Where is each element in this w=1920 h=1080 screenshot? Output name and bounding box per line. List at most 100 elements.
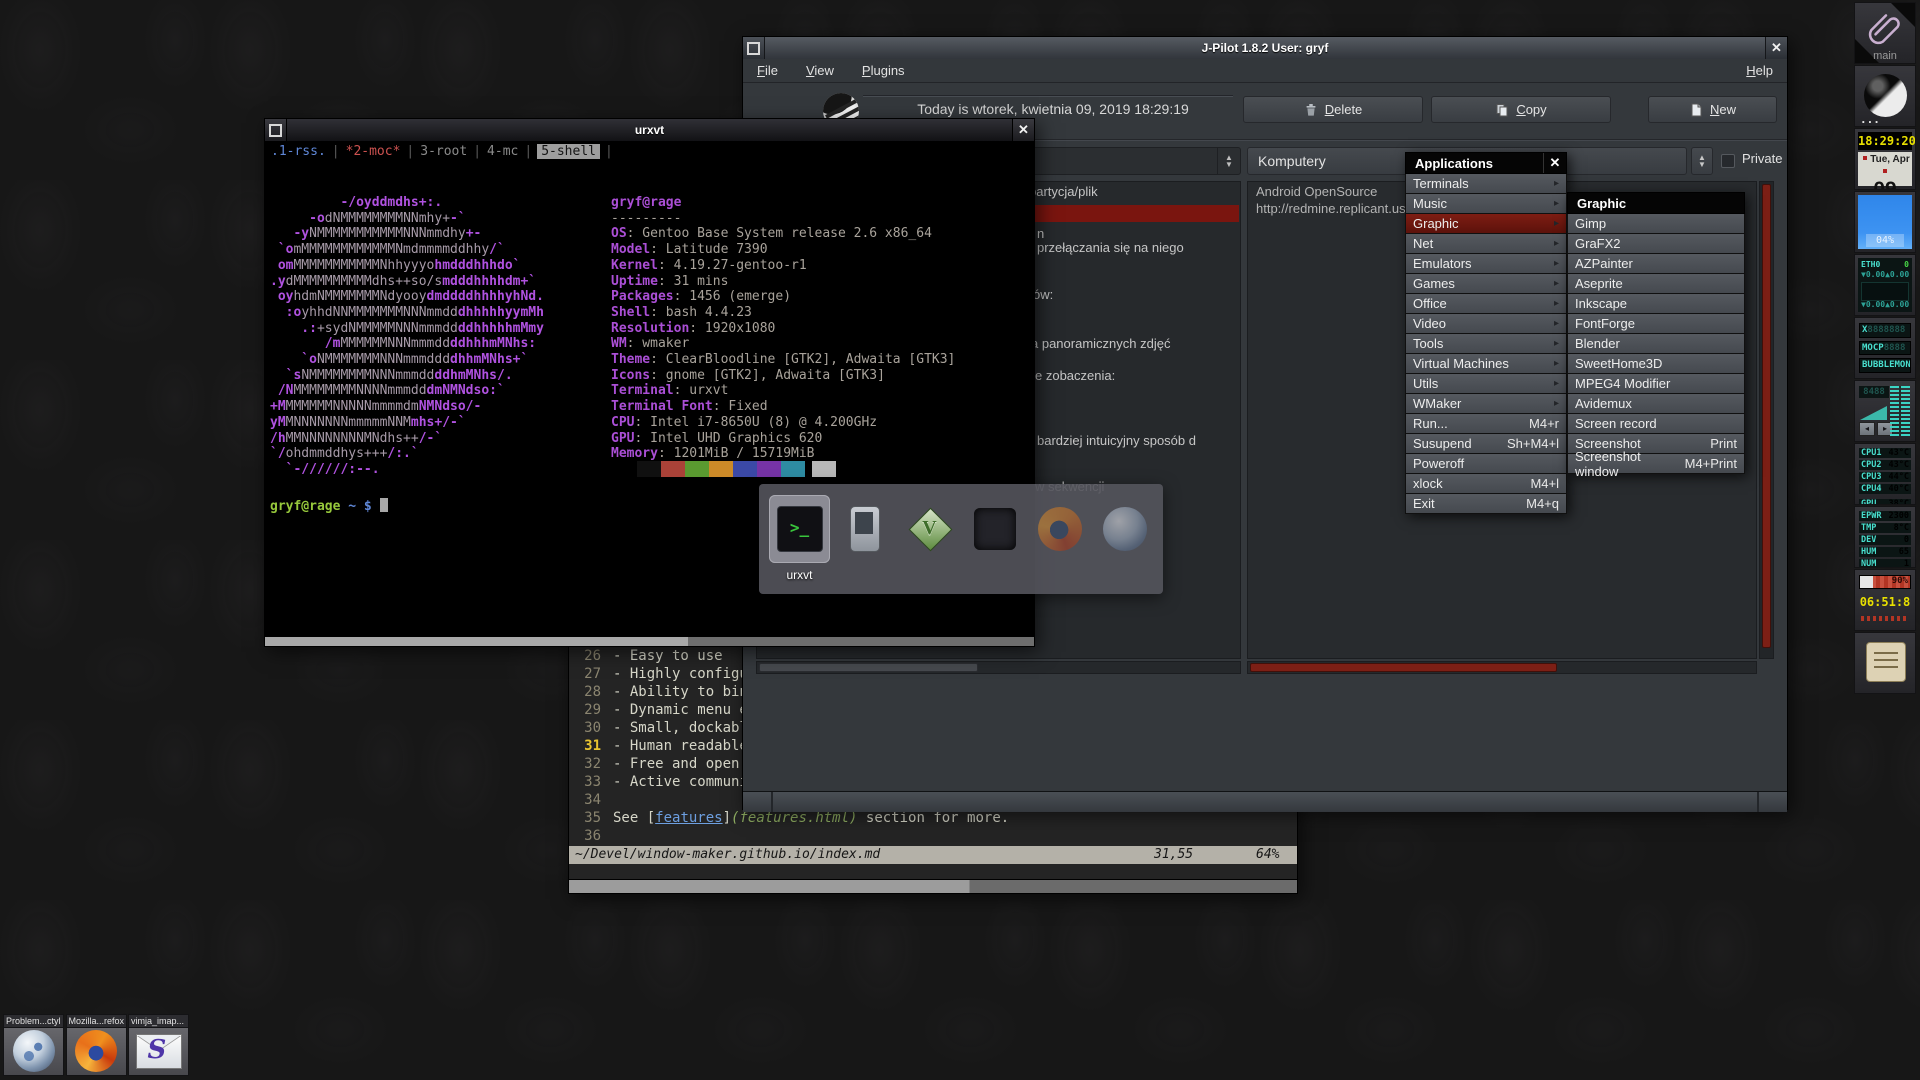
- dock-monitor-blue[interactable]: 04%: [1854, 191, 1916, 253]
- menu-item-mpeg4-modifier[interactable]: MPEG4 Modifier: [1567, 374, 1745, 394]
- dock-power-monitor[interactable]: EPWR2300TMP8°CDEV0HUM65NUM1: [1854, 506, 1916, 568]
- dock-launcher-ball[interactable]: ...: [1854, 65, 1916, 127]
- dock-network-monitor[interactable]: ETH00 ▼0.00▲0.00 ▼0.00▲0.00: [1854, 254, 1916, 316]
- combo-spinner-icon[interactable]: ▲▼: [1217, 148, 1240, 174]
- menu-item-video[interactable]: Video▸: [1405, 314, 1567, 334]
- terminal-tab-5-shell[interactable]: 5-shell: [537, 144, 600, 159]
- dock-mixer[interactable]: 8488 ◂ ▸: [1854, 380, 1916, 442]
- menu-item-blender[interactable]: Blender: [1567, 334, 1745, 354]
- menu-item-grafx2[interactable]: GraFX2: [1567, 234, 1745, 254]
- mixer-prev-button[interactable]: ◂: [1859, 422, 1875, 436]
- memo-text-vscrollbar[interactable]: [1759, 181, 1774, 659]
- menu-item-music[interactable]: Music▸: [1405, 194, 1567, 214]
- terminal-titlebar[interactable]: urxvt ✕: [265, 119, 1034, 142]
- menu-item-screen-record[interactable]: Screen record: [1567, 414, 1745, 434]
- dock-battery-monitor[interactable]: 90% 06:51:8: [1854, 569, 1916, 631]
- menu-close-button[interactable]: ✕: [1543, 153, 1566, 173]
- menu-title[interactable]: Applications✕: [1405, 152, 1567, 174]
- jpilot-titlebar[interactable]: J-Pilot 1.8.2 User: gryf ✕: [743, 37, 1787, 60]
- menu-title[interactable]: Graphic: [1567, 192, 1745, 214]
- menu-item-virtual-machines[interactable]: Virtual Machines▸: [1405, 354, 1567, 374]
- close-button[interactable]: ✕: [1012, 119, 1034, 141]
- menu-item-utils[interactable]: Utils▸: [1405, 374, 1567, 394]
- menu-item-poweroff[interactable]: Poweroff: [1405, 454, 1567, 474]
- switcher-app-firefox[interactable]: [1029, 495, 1090, 563]
- memo-list-row[interactable]: n: [1037, 226, 1044, 241]
- menubar-item-file[interactable]: File: [757, 63, 778, 78]
- menu-item-office[interactable]: Office▸: [1405, 294, 1567, 314]
- category-spinner[interactable]: ▲▼: [1691, 147, 1713, 175]
- menubar-item-view[interactable]: View: [806, 63, 834, 78]
- minimized-window-mail[interactable]: vimja_imap...: [128, 1014, 189, 1076]
- menu-item-wmaker[interactable]: WMaker▸: [1405, 394, 1567, 414]
- minimized-window-firefox[interactable]: Mozilla...refox: [66, 1014, 127, 1076]
- hscrollbar-thumb[interactable]: [1250, 663, 1557, 672]
- menu-item-exit[interactable]: ExitM4+q: [1405, 494, 1567, 514]
- menu-item-susupend[interactable]: SusupendSh+M4+l: [1405, 434, 1567, 454]
- menu-item-screenshot-window[interactable]: Screenshot windowM4+Print: [1567, 454, 1745, 474]
- menu-item-fontforge[interactable]: FontForge: [1567, 314, 1745, 334]
- dock-temperature-monitor[interactable]: CPU143°CCPU243°CCPU344°CCPU440°CGPU38°C: [1854, 443, 1916, 505]
- shell-prompt[interactable]: gryf@rage ~ $: [270, 498, 388, 515]
- menubar-item-help[interactable]: Help: [1746, 63, 1773, 78]
- terminal-resizebar[interactable]: [265, 636, 1034, 646]
- lcd-row-cpu4: CPU440°C: [1859, 484, 1911, 494]
- close-button[interactable]: ✕: [1765, 37, 1787, 59]
- terminal-tab-1-rss[interactable]: .1-rss.: [270, 144, 327, 159]
- dock-calclock[interactable]: 18:29:20 Tue, Apr 09: [1854, 128, 1916, 190]
- memo-text-hscrollbar[interactable]: [1247, 661, 1757, 674]
- switcher-app-dark[interactable]: [964, 495, 1025, 563]
- miniaturize-icon: [269, 124, 282, 137]
- menu-item-run[interactable]: Run...M4+r: [1405, 414, 1567, 434]
- menubar-item-plugins[interactable]: Plugins: [862, 63, 905, 78]
- memo-list-hscrollbar[interactable]: [756, 661, 1241, 674]
- menu-item-games[interactable]: Games▸: [1405, 274, 1567, 294]
- menu-item-inkscape[interactable]: Inkscape: [1567, 294, 1745, 314]
- minimized-window-globe[interactable]: Problem...ctyl: [3, 1014, 64, 1076]
- memo-list-row[interactable]: a panoramicznych zdjęć: [1031, 336, 1170, 351]
- terminal-tab-4-mc[interactable]: 4-mc: [486, 144, 519, 159]
- delete-button[interactable]: Delete: [1243, 96, 1423, 123]
- editor-line-36[interactable]: 36: [569, 827, 1297, 845]
- dock-clip-workspace[interactable]: main: [1854, 2, 1916, 64]
- menu-item-tools[interactable]: Tools▸: [1405, 334, 1567, 354]
- dock-notes-app[interactable]: [1854, 632, 1916, 694]
- menu-item-xlock[interactable]: xlockM4+l: [1405, 474, 1567, 494]
- copy-button[interactable]: Copy: [1431, 96, 1611, 123]
- editor-resizebar[interactable]: [569, 879, 1297, 893]
- volume-wedge-icon[interactable]: [1860, 406, 1887, 420]
- menu-item-graphic[interactable]: Graphic▸: [1405, 214, 1567, 234]
- menu-item-terminals[interactable]: Terminals▸: [1405, 174, 1567, 194]
- menu-item-gimp[interactable]: Gimp: [1567, 214, 1745, 234]
- memo-list-row[interactable]: partycja/plik: [1029, 184, 1098, 199]
- menu-item-net[interactable]: Net▸: [1405, 234, 1567, 254]
- globe-icon: [1103, 507, 1147, 551]
- terminal-tab-2-moc[interactable]: *2-moc*: [345, 144, 402, 159]
- memo-list-row[interactable]: bardziej intuicyjny sposób d: [1037, 433, 1196, 448]
- switcher-app-vim[interactable]: [899, 495, 960, 563]
- battery-bar-remainder: [1860, 576, 1873, 588]
- menu-item-aseprite[interactable]: Aseprite: [1567, 274, 1745, 294]
- memo-list-row[interactable]: ów:: [1033, 287, 1053, 302]
- switcher-app-globe[interactable]: [1094, 495, 1155, 563]
- private-checkbox[interactable]: [1721, 154, 1735, 168]
- hscrollbar-thumb[interactable]: [759, 663, 978, 672]
- vscrollbar-thumb[interactable]: [1762, 184, 1771, 648]
- miniaturize-button[interactable]: [743, 37, 765, 59]
- menu-item-avidemux[interactable]: Avidemux: [1567, 394, 1745, 414]
- memo-list-row[interactable]: e zobaczenia:: [1035, 368, 1115, 383]
- today-date-text: Today is wtorek, kwietnia 09, 2019 18:29…: [868, 101, 1238, 117]
- dock-bubblemon[interactable]: X8888888MOCP8888BUBBLEMON: [1854, 317, 1916, 379]
- terminal-tab-3-root[interactable]: 3-root: [419, 144, 468, 159]
- volume-level-bars[interactable]: [1890, 386, 1910, 436]
- miniaturize-button[interactable]: [265, 119, 287, 141]
- menu-item-azpainter[interactable]: AZPainter: [1567, 254, 1745, 274]
- jpilot-resizebar[interactable]: [743, 791, 1787, 812]
- switcher-app-pda[interactable]: [834, 495, 895, 563]
- new-button[interactable]: New: [1648, 96, 1777, 123]
- jpilot-window-title: J-Pilot 1.8.2 User: gryf: [765, 37, 1765, 59]
- memo-list-row[interactable]: przełączania się na niego: [1037, 240, 1184, 255]
- switcher-app-urxvt[interactable]: >_: [769, 495, 830, 563]
- menu-item-emulators[interactable]: Emulators▸: [1405, 254, 1567, 274]
- menu-item-sweethome3d[interactable]: SweetHome3D: [1567, 354, 1745, 374]
